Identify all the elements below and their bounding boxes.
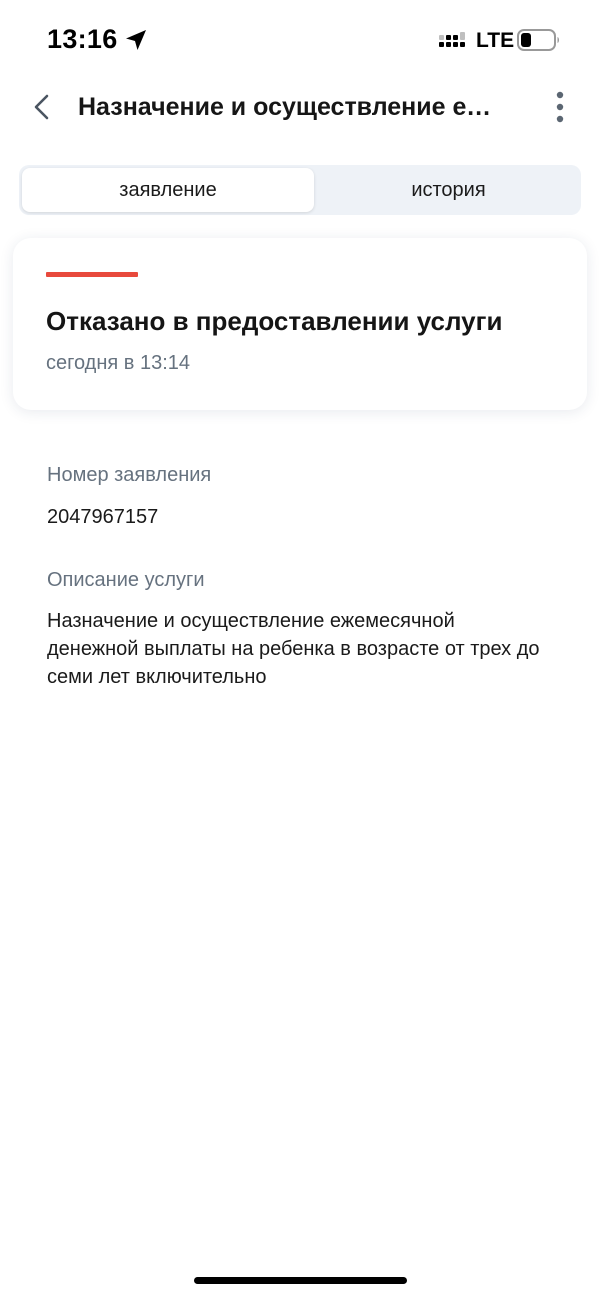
location-arrow-icon [126,30,146,50]
more-vertical-icon[interactable] [550,90,570,124]
signal-icon [439,32,465,47]
tab-history[interactable]: история [319,168,578,212]
status-time: 13:16 [47,24,118,54]
status-card: Отказано в предоставлении услуги сегодня… [13,238,587,410]
page-title: Назначение и осуществление ежемесячной д… [78,93,508,121]
status-bar: 13:16 LTE [0,0,600,80]
battery-icon [517,29,559,51]
application-number-value: 2047967157 [47,506,159,528]
status-indicator-line [46,272,138,277]
network-label: LTE [476,29,515,52]
chevron-left-icon[interactable] [30,92,52,122]
status-title: Отказано в предоставлении услуги [46,306,503,336]
segmented-tabs: заявление история [19,165,581,215]
service-description-value: Назначение и осуществление ежемесячной д… [47,610,540,688]
application-number-label: Номер заявления [47,464,212,486]
home-indicator[interactable] [194,1277,407,1284]
service-description-label: Описание услуги [47,569,205,591]
tab-application[interactable]: заявление [22,168,314,212]
navigation-header: Назначение и осуществление ежемесячной д… [0,80,600,140]
application-screen: 13:16 LTE Назначение и осуществление еже… [0,0,600,1297]
status-date: сегодня в 13:14 [46,352,190,374]
